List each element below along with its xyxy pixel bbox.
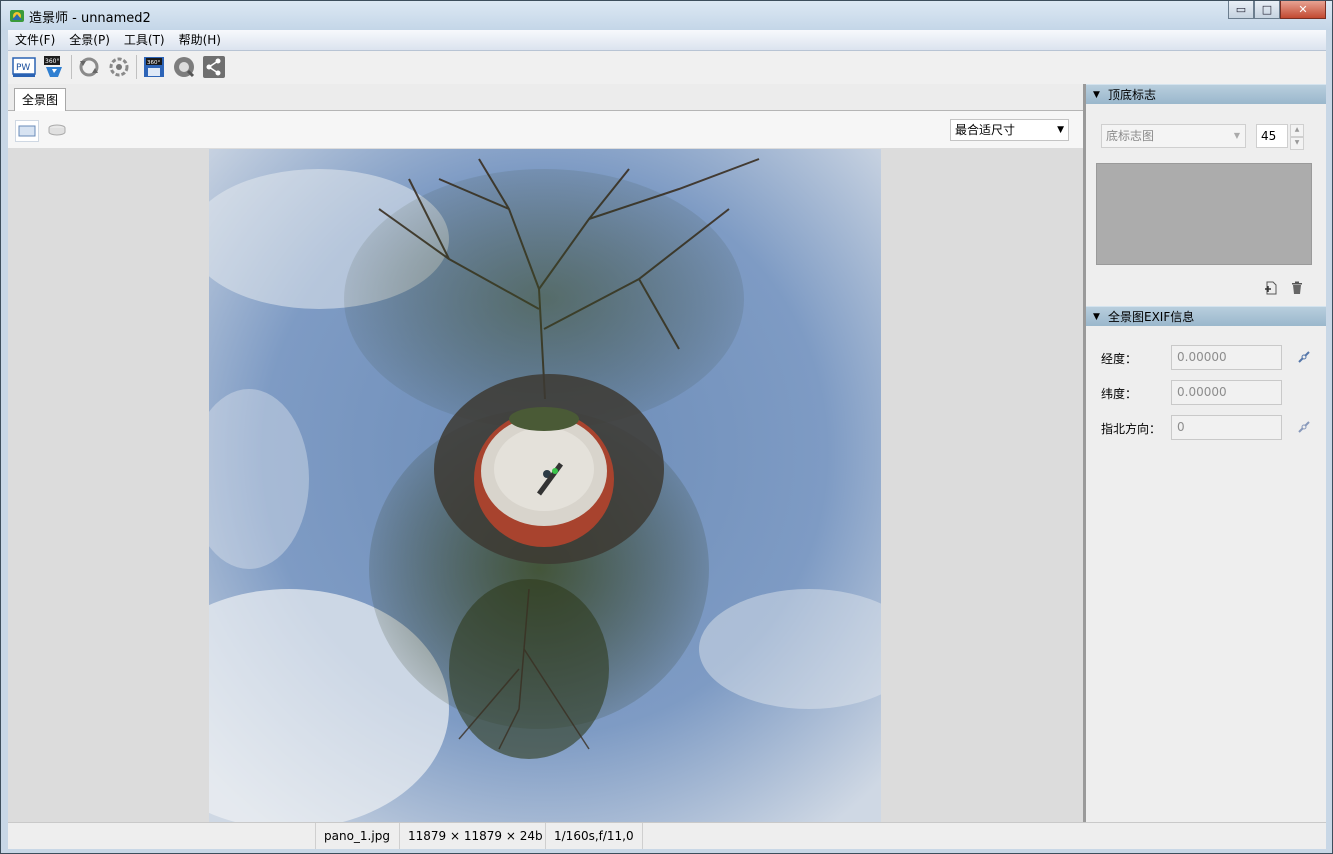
status-bar: pano_1.jpg 11879 × 11879 × 24b 1/160s,f/… (8, 822, 1326, 849)
toolbar-separator (71, 55, 72, 79)
status-filename: pano_1.jpg (315, 823, 398, 849)
trash-icon (1292, 281, 1302, 294)
logo-type-value: 底标志图 (1106, 129, 1155, 143)
pw-icon: PW (12, 57, 36, 77)
flat-view-button[interactable] (15, 120, 39, 142)
longitude-label: 经度： (1101, 352, 1138, 366)
fit-size-select[interactable]: 最合适尺寸 ▼ (950, 119, 1069, 141)
link-icon[interactable] (1296, 349, 1312, 365)
tab-panorama[interactable]: 全景图 (14, 88, 67, 111)
svg-text:360°: 360° (45, 58, 59, 65)
svg-text:360°: 360° (147, 60, 160, 66)
rotate-settings-icon (109, 57, 129, 77)
360-import-icon: 360° (44, 56, 62, 77)
rotate-settings-button[interactable] (106, 54, 132, 80)
title-bar[interactable]: 造景师 - unnamed2 ▭ □ ✕ (1, 1, 1332, 30)
status-empty-cell (642, 823, 673, 849)
logo-size-input[interactable]: 45 (1256, 124, 1288, 148)
panorama-image[interactable] (209, 149, 881, 822)
close-button[interactable]: ✕ (1280, 1, 1326, 19)
rectangle-view-icon (18, 125, 36, 137)
close-icon: ✕ (1298, 3, 1308, 16)
share-icon (203, 56, 225, 78)
menu-tools[interactable]: 工具(T) (117, 30, 172, 50)
north-direction-value: 0 (1177, 420, 1185, 434)
dropdown-arrow-icon: ▼ (1233, 131, 1240, 140)
window-title: 造景师 - unnamed2 (29, 11, 151, 26)
section-title: 顶底标志 (1108, 88, 1157, 102)
rotate-button[interactable] (76, 54, 102, 80)
save-360-button[interactable]: 360° (141, 54, 167, 80)
collapse-triangle-icon: ▼ (1093, 90, 1100, 100)
menu-help[interactable]: 帮助(H) (172, 30, 228, 50)
section-header-exif[interactable]: ▼ 全景图EXIF信息 (1086, 306, 1326, 326)
tab-strip: 全景图 (8, 84, 1083, 111)
logo-size-value: 45 (1261, 129, 1277, 143)
panorama-panel: 全景图 最合适尺寸 ▼ (8, 84, 1083, 822)
toolbar-separator (136, 55, 137, 79)
little-planet-image (209, 149, 881, 822)
latitude-label: 纬度： (1101, 387, 1138, 401)
north-direction-label: 指北方向： (1101, 422, 1162, 436)
spin-up-icon[interactable]: ▲ (1290, 124, 1304, 137)
longitude-value: 0.00000 (1177, 350, 1227, 364)
fit-size-value: 最合适尺寸 (955, 123, 1016, 137)
menu-panorama[interactable]: 全景(P) (62, 30, 117, 50)
properties-panel: ▼ 顶底标志 底标志图 ▼ 45 ▲ ▼ ▼ 全景图EXIF信息 经度： 0.0… (1086, 84, 1326, 822)
toolbar: PW 360° 360° (8, 51, 1326, 83)
spin-down-icon[interactable]: ▼ (1290, 137, 1304, 150)
menu-file[interactable]: 文件(F) (8, 30, 62, 50)
minimize-icon: ▭ (1235, 3, 1247, 16)
client-area: 文件(F) 全景(P) 工具(T) 帮助(H) PW 360° 360° 全景图… (8, 30, 1326, 849)
window-controls: ▭ □ ✕ (1228, 1, 1326, 21)
add-logo-button[interactable] (1262, 279, 1280, 297)
pw-button[interactable]: PW (11, 54, 37, 80)
sphere-view-button[interactable] (46, 120, 68, 140)
canvas-area[interactable] (8, 149, 1083, 822)
maximize-button[interactable]: □ (1254, 1, 1280, 19)
minimize-button[interactable]: ▭ (1228, 1, 1254, 19)
latitude-field[interactable]: 0.00000 (1171, 380, 1282, 405)
latitude-value: 0.00000 (1177, 385, 1227, 399)
longitude-field[interactable]: 0.00000 (1171, 345, 1282, 370)
logo-size-stepper[interactable]: ▲ ▼ (1290, 124, 1304, 150)
preview-icon (174, 57, 195, 78)
delete-logo-button[interactable] (1288, 279, 1306, 297)
app-logo-icon (10, 10, 24, 22)
view-toolbar: 最合适尺寸 ▼ (8, 111, 1083, 148)
preview-button[interactable] (171, 54, 197, 80)
section-title: 全景图EXIF信息 (1108, 310, 1195, 324)
share-button[interactable] (201, 54, 227, 80)
status-dimensions: 11879 × 11879 × 24b (399, 823, 551, 849)
menu-bar: 文件(F) 全景(P) 工具(T) 帮助(H) (8, 30, 1326, 51)
add-file-icon (1265, 281, 1277, 295)
north-direction-field[interactable]: 0 (1171, 415, 1282, 440)
app-window: 造景师 - unnamed2 ▭ □ ✕ 文件(F) 全景(P) 工具(T) 帮… (0, 0, 1333, 854)
cylinder-view-icon (48, 124, 66, 136)
maximize-icon: □ (1261, 3, 1273, 16)
save-360-icon: 360° (144, 57, 164, 77)
logo-preview (1096, 163, 1312, 265)
status-exposure: 1/160s,f/11,0 (545, 823, 642, 849)
rotate-left-icon (79, 57, 99, 77)
dropdown-arrow-icon: ▼ (1057, 125, 1064, 135)
link-icon[interactable] (1296, 419, 1312, 435)
collapse-triangle-icon: ▼ (1093, 312, 1100, 322)
section-header-top-bottom-logo[interactable]: ▼ 顶底标志 (1086, 84, 1326, 104)
logo-type-select[interactable]: 底标志图 ▼ (1101, 124, 1246, 148)
svg-text:PW: PW (16, 63, 30, 73)
import-360-button[interactable]: 360° (41, 54, 67, 80)
